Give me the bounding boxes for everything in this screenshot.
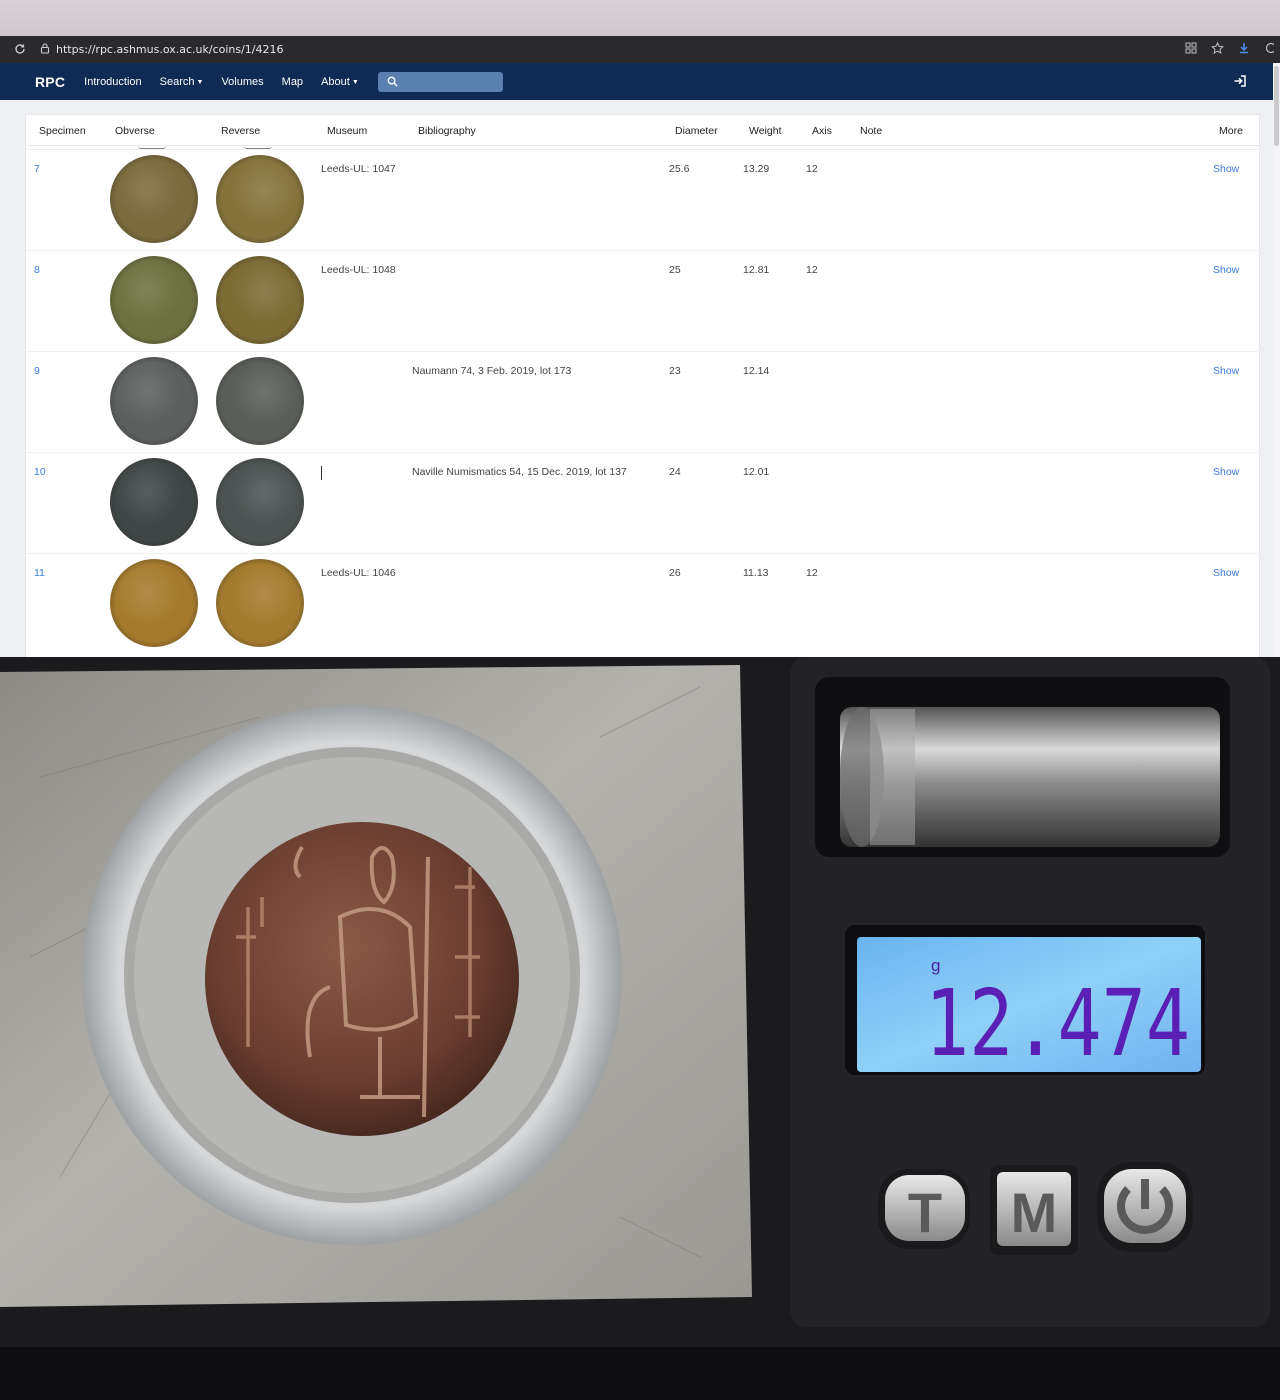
header-obverse[interactable]: Obverse bbox=[115, 125, 155, 137]
reload-icon[interactable] bbox=[14, 43, 28, 57]
show-link[interactable]: Show bbox=[1213, 567, 1239, 579]
weight-cell: 11.13 bbox=[743, 567, 769, 579]
header-more[interactable]: More bbox=[1219, 125, 1243, 137]
power-button[interactable] bbox=[1097, 1162, 1193, 1252]
nav-map-label: Map bbox=[281, 75, 304, 88]
show-link[interactable]: Show bbox=[1213, 163, 1239, 175]
diameter-cell: 23 bbox=[669, 365, 681, 377]
lcd-reading: 12.474 bbox=[925, 970, 1190, 1077]
browser-toolbar: https://rpc.ashmus.ox.ac.uk/coins/1/4216 bbox=[0, 36, 1280, 63]
search-icon bbox=[387, 76, 398, 87]
weight-cell: 12.14 bbox=[743, 365, 770, 377]
table-row: 9 Naumann 74, 3 Feb. 2019, lot 173 23 12… bbox=[26, 351, 1261, 452]
header-reverse[interactable]: Reverse bbox=[221, 125, 260, 137]
site-brand[interactable]: RPC bbox=[35, 74, 65, 90]
address-bar-url[interactable]: https://rpc.ashmus.ox.ac.uk/coins/1/4216 bbox=[56, 43, 284, 56]
weight-cell: 13.29 bbox=[743, 163, 770, 175]
nav-search-label: Search bbox=[159, 75, 195, 88]
scale-photo: g 12.474 T M bbox=[0, 657, 1280, 1400]
nav-search-menu[interactable]: Search ▼ bbox=[160, 76, 204, 88]
header-museum[interactable]: Museum bbox=[327, 125, 367, 137]
reverse-image[interactable] bbox=[216, 256, 304, 344]
nav-volumes[interactable]: Volumes bbox=[221, 76, 263, 88]
show-link[interactable]: Show bbox=[1213, 264, 1239, 276]
reverse-image[interactable] bbox=[216, 458, 304, 546]
show-link[interactable]: Show bbox=[1213, 466, 1239, 478]
nav-about-menu[interactable]: About ▼ bbox=[321, 76, 359, 88]
header-diameter[interactable]: Diameter bbox=[675, 125, 718, 137]
extensions-icon[interactable] bbox=[1185, 42, 1197, 57]
obverse-image[interactable] bbox=[110, 357, 198, 445]
mode-button[interactable]: M bbox=[990, 1165, 1078, 1255]
museum-cell: Leeds-UL: 1048 bbox=[321, 264, 396, 276]
table-row: 8 Leeds-UL: 1048 25 12.81 12 Show bbox=[26, 250, 1261, 351]
header-axis[interactable]: Axis bbox=[812, 125, 832, 137]
obverse-image[interactable] bbox=[110, 559, 198, 647]
profile-icon[interactable] bbox=[1264, 42, 1277, 57]
obverse-image[interactable] bbox=[110, 155, 198, 243]
diameter-cell: 26 bbox=[669, 567, 681, 579]
page-content: Specimen Obverse Reverse Museum Bibliogr… bbox=[0, 100, 1273, 657]
search-input[interactable] bbox=[377, 71, 503, 92]
tare-button-label: T bbox=[908, 1181, 942, 1244]
weight-cell: 12.81 bbox=[743, 264, 770, 276]
download-icon[interactable] bbox=[1238, 42, 1250, 57]
site-navbar: RPC Introduction Search ▼ Volumes Map Abo… bbox=[0, 63, 1273, 100]
desktop-background-strip bbox=[0, 0, 1280, 36]
specimens-table: Specimen Obverse Reverse Museum Bibliogr… bbox=[25, 114, 1261, 657]
header-bibliography[interactable]: Bibliography bbox=[418, 125, 476, 137]
specimen-number-link[interactable]: 10 bbox=[34, 466, 46, 478]
text-cursor bbox=[321, 466, 322, 480]
header-note[interactable]: Note bbox=[860, 125, 882, 137]
specimen-number-link[interactable]: 7 bbox=[34, 163, 40, 175]
caret-down-icon: ▼ bbox=[351, 78, 359, 86]
axis-cell: 12 bbox=[806, 567, 818, 579]
scrollbar-thumb[interactable] bbox=[1274, 66, 1279, 146]
bibliography-cell: Naville Numismatics 54, 15 Dec. 2019, lo… bbox=[412, 466, 627, 478]
reverse-image[interactable] bbox=[216, 357, 304, 445]
nav-introduction-label: Introduction bbox=[84, 75, 142, 88]
caret-down-icon: ▼ bbox=[196, 78, 204, 86]
nav-about-label: About bbox=[321, 75, 350, 88]
specimen-number-link[interactable]: 8 bbox=[34, 264, 40, 276]
coin-on-scale bbox=[205, 822, 519, 1136]
axis-cell: 12 bbox=[806, 264, 818, 276]
header-weight[interactable]: Weight bbox=[749, 125, 782, 137]
diameter-cell: 25.6 bbox=[669, 163, 690, 175]
specimen-number-link[interactable]: 9 bbox=[34, 365, 40, 377]
show-link[interactable]: Show bbox=[1213, 365, 1239, 377]
nav-introduction[interactable]: Introduction bbox=[84, 76, 141, 88]
axis-cell: 12 bbox=[806, 163, 818, 175]
mode-button-label: M bbox=[1011, 1181, 1058, 1244]
table-header: Specimen Obverse Reverse Museum Bibliogr… bbox=[26, 114, 1261, 146]
table-row: 11 Leeds-UL: 1046 26 11.13 12 Show bbox=[26, 553, 1261, 654]
nav-map[interactable]: Map bbox=[282, 76, 303, 88]
scale-illustration: g 12.474 T M bbox=[0, 657, 1280, 1400]
tare-button[interactable]: T bbox=[878, 1169, 970, 1249]
museum-cell: Leeds-UL: 1047 bbox=[321, 163, 396, 175]
nav-volumes-label: Volumes bbox=[221, 75, 264, 88]
museum-cell: Leeds-UL: 1046 bbox=[321, 567, 396, 579]
obverse-image[interactable] bbox=[110, 458, 198, 546]
reverse-image[interactable] bbox=[216, 559, 304, 647]
reverse-image[interactable] bbox=[216, 155, 304, 243]
table-row: 7 Leeds-UL: 1047 25.6 13.29 12 Show bbox=[26, 149, 1261, 250]
specimen-number-link[interactable]: 11 bbox=[34, 567, 45, 579]
star-icon[interactable] bbox=[1211, 41, 1224, 58]
table-row: 10 Naville Numismatics 54, 15 Dec. 2019,… bbox=[26, 452, 1261, 553]
diameter-cell: 24 bbox=[669, 466, 681, 478]
obverse-image[interactable] bbox=[110, 256, 198, 344]
weight-cell: 12.01 bbox=[743, 466, 770, 478]
diameter-cell: 25 bbox=[669, 264, 681, 276]
bibliography-cell: Naumann 74, 3 Feb. 2019, lot 173 bbox=[412, 365, 572, 377]
login-icon[interactable] bbox=[1233, 74, 1247, 88]
header-specimen[interactable]: Specimen bbox=[39, 125, 86, 137]
scrollbar-track[interactable] bbox=[1273, 63, 1280, 657]
lock-icon[interactable] bbox=[40, 42, 50, 57]
